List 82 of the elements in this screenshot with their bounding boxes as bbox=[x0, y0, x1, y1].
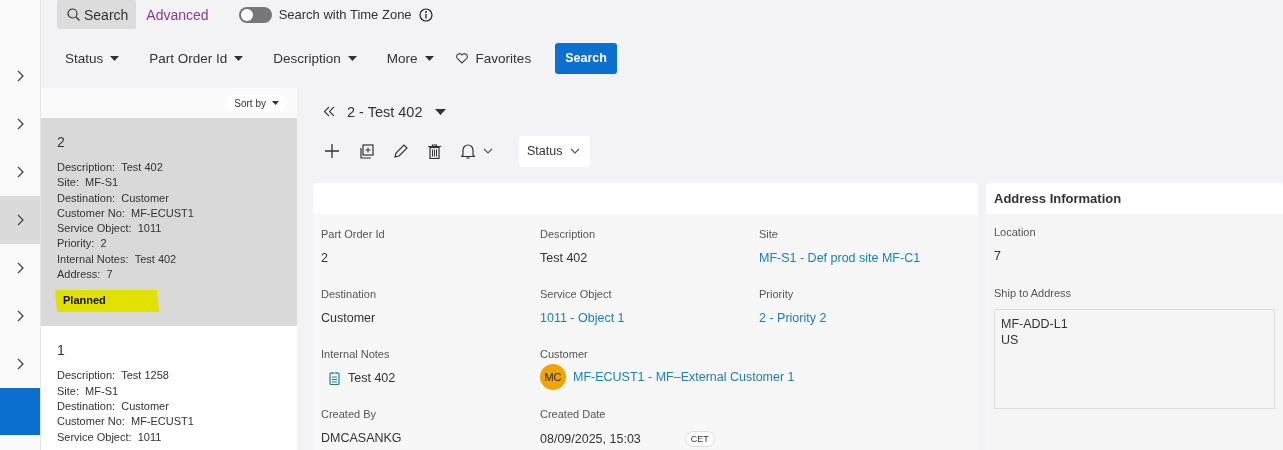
toggle-label: Search with Time Zone bbox=[278, 7, 412, 22]
caret-down-icon bbox=[272, 101, 279, 105]
record-field: Description: Test 1258 bbox=[57, 368, 281, 384]
caret-down-icon bbox=[424, 55, 434, 61]
notes-icon bbox=[329, 371, 340, 385]
field-label: Site bbox=[759, 228, 779, 240]
chevron-right-icon bbox=[15, 166, 25, 178]
status-dropdown[interactable]: Status bbox=[519, 135, 591, 167]
chevron-down-icon bbox=[570, 148, 581, 154]
field-link[interactable]: 2 - Priority 2 bbox=[759, 311, 970, 325]
record-field: Priority: 2 bbox=[57, 236, 281, 252]
field-value: Test 402 bbox=[348, 371, 396, 385]
chevron-right-icon bbox=[15, 358, 25, 370]
field-label: Description bbox=[540, 228, 597, 240]
search-tab[interactable]: Advanced bbox=[136, 0, 217, 29]
chevron-right-icon bbox=[15, 118, 25, 130]
field-label: Location bbox=[994, 226, 1037, 238]
field-label: Created Date bbox=[540, 408, 607, 420]
record-field: Customer No: MF-ECUST1 bbox=[57, 205, 281, 222]
search-icon bbox=[67, 8, 80, 21]
favorites-button[interactable]: Favorites bbox=[455, 50, 532, 66]
chevron-right-icon bbox=[15, 214, 25, 226]
trash-icon[interactable] bbox=[428, 143, 441, 159]
field-label: Internal Notes bbox=[321, 348, 391, 360]
card-title: Address Information bbox=[986, 183, 1283, 214]
caret-down-icon bbox=[234, 55, 244, 61]
record-field: Address: 7 bbox=[57, 267, 281, 283]
collapse-icon[interactable] bbox=[323, 106, 335, 117]
caret-down-icon bbox=[347, 55, 357, 61]
edit-icon[interactable] bbox=[394, 144, 408, 158]
record-card[interactable]: 1 Description: Test 1258 Site: MF-S1 Destination: Customer Customer No: MF-ECUST1 Service Object: 1011 bbox=[41, 326, 297, 450]
search-tab[interactable]: Search bbox=[57, 0, 137, 29]
field-label: Destination bbox=[321, 288, 378, 300]
record-field: Destination: Customer bbox=[57, 398, 281, 415]
caret-down-icon bbox=[110, 55, 120, 61]
chevron-right-icon bbox=[15, 262, 25, 274]
chevron-down-icon[interactable] bbox=[483, 148, 493, 154]
toggle-switch[interactable] bbox=[238, 6, 272, 23]
filter-dropdown[interactable]: Description bbox=[265, 50, 357, 66]
field-value: 7 bbox=[994, 249, 1002, 263]
filter-dropdown[interactable]: More bbox=[378, 50, 434, 66]
record-field: Customer No: MF-ECUST1 bbox=[57, 414, 281, 430]
field-link[interactable]: 1011 - Object 1 bbox=[540, 311, 759, 325]
field-label: Service Object bbox=[540, 288, 613, 300]
record-card[interactable]: 2 Description: Test 402 Site: MF-S1 Destination: Customer Customer No: MF-ECUST1 Service Object: 1011 Priority: 2 Internal Notes: Test 402 Address: 7 Planned bbox=[41, 118, 297, 327]
record-field: Internal Notes: Test 402 bbox=[57, 251, 281, 268]
field-link[interactable]: MF-ECUST1 - MF–External Customer 1 bbox=[573, 370, 795, 384]
filter-dropdown[interactable]: Part Order Id bbox=[141, 50, 244, 66]
add-icon[interactable] bbox=[325, 144, 339, 158]
chevron-right-icon bbox=[15, 310, 25, 322]
field-value: DMCASANKG bbox=[321, 431, 403, 445]
field-value: Test 402 bbox=[540, 251, 589, 265]
field-value: 08/09/2025, 15:03 bbox=[540, 432, 641, 446]
record-field: Site: MF-S1 bbox=[57, 175, 281, 191]
avatar: MC bbox=[540, 364, 566, 390]
heart-icon bbox=[455, 52, 468, 64]
field-label: Customer bbox=[540, 348, 589, 360]
field-link[interactable]: MF-S1 - Def prod site MF-C1 bbox=[759, 251, 970, 265]
search-button[interactable]: Search bbox=[555, 42, 617, 74]
record-title[interactable]: 2 - Test 402 bbox=[347, 103, 423, 120]
field-value: 2 bbox=[321, 251, 329, 265]
field-label: Ship to Address bbox=[994, 287, 1073, 299]
info-icon bbox=[418, 7, 433, 22]
caret-down-icon[interactable] bbox=[434, 108, 446, 115]
record-id: 1 bbox=[57, 342, 66, 359]
record-field: Description: Test 402 bbox=[57, 160, 281, 176]
record-field: Service Object: 1011 bbox=[57, 221, 281, 237]
field-label: Part Order Id bbox=[321, 228, 386, 240]
chevron-right-icon bbox=[15, 70, 25, 82]
duplicate-icon[interactable] bbox=[359, 143, 374, 159]
field-label: Priority bbox=[759, 288, 795, 300]
record-field: Destination: Customer bbox=[57, 190, 281, 206]
record-id: 2 bbox=[57, 134, 66, 150]
sort-dropdown[interactable]: Sort by bbox=[226, 94, 287, 112]
record-field: Service Object: 1011 bbox=[57, 429, 281, 445]
bell-icon[interactable] bbox=[461, 143, 475, 159]
timezone-badge: CET bbox=[684, 431, 715, 447]
address-field[interactable]: MF-ADD-L1 US bbox=[994, 309, 1275, 409]
record-field: Site: MF-S1 bbox=[57, 383, 281, 399]
field-label: Created By bbox=[321, 408, 378, 420]
filter-dropdown[interactable]: Status bbox=[57, 50, 120, 66]
field-value: Customer bbox=[321, 311, 377, 325]
